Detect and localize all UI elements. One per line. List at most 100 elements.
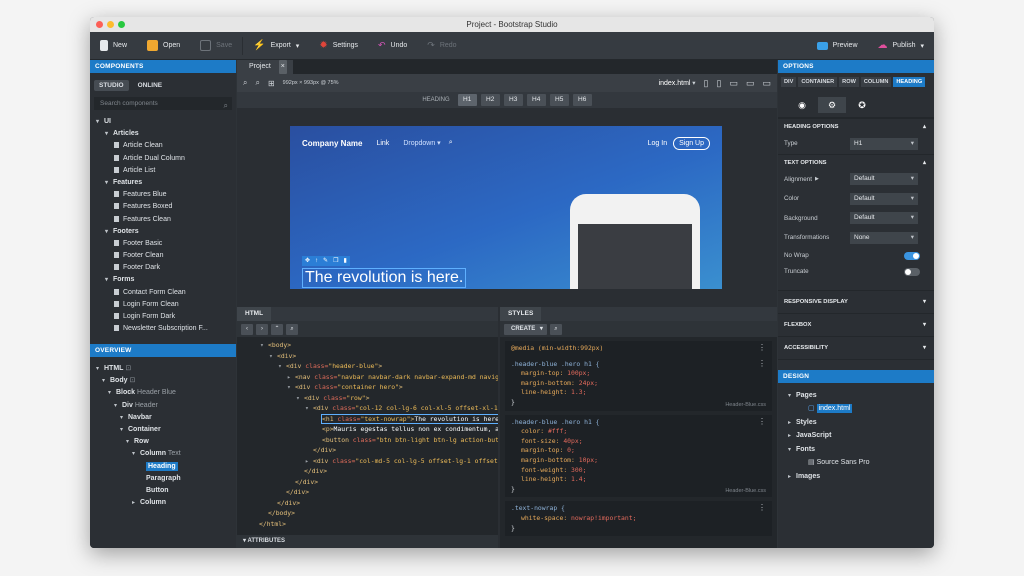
overview-node[interactable]: ▸ Column (90, 497, 236, 509)
breadcrumb-container[interactable]: CONTAINER (798, 77, 838, 87)
overview-node[interactable]: ▾ Block Header Blue (90, 387, 236, 399)
close-tab-icon[interactable]: × (278, 60, 287, 74)
search-icon[interactable]: ⌕ (286, 323, 298, 335)
events-icon[interactable]: ✪ (848, 97, 876, 113)
undo-button[interactable]: ↶ Undo (368, 32, 417, 60)
design-node[interactable]: ▸ Images (788, 470, 934, 484)
desktop-view-icon[interactable]: ▭ (746, 78, 755, 89)
settings-button[interactable]: ✹ Settings (309, 32, 368, 60)
breadcrumb-column[interactable]: COLUMN (860, 77, 892, 87)
tab-styles[interactable]: STYLES (500, 307, 542, 321)
phone-view-icon[interactable]: ▯ (704, 78, 709, 89)
tab-html[interactable]: HTML (237, 307, 272, 321)
heading-h1-button[interactable]: H1 (457, 94, 477, 106)
monitor-view-icon[interactable]: ▭ (762, 78, 771, 89)
design-node[interactable]: ▾ Fonts (788, 443, 934, 457)
component-item[interactable]: Features Boxed (90, 201, 236, 213)
signup-button[interactable]: Sign Up (673, 136, 710, 150)
move-icon[interactable]: ✥ (305, 256, 310, 266)
page-select[interactable]: index.html ▾ (659, 79, 696, 87)
component-item[interactable]: Login Form Dark (90, 311, 236, 323)
code-line[interactable]: </html> (237, 519, 498, 528)
html-code[interactable]: ▾ <body> ▾ <div> ▾ <div class="header-blue"> ▸… (237, 337, 498, 527)
attributes-section[interactable]: ▾ ATTRIBUTES (237, 535, 498, 548)
heading-h5-button[interactable]: H5 (549, 94, 569, 106)
create-button[interactable]: CREATE ▾ (504, 323, 547, 335)
duplicate-icon[interactable]: ❐ (333, 256, 338, 266)
search-icon[interactable]: ⌕ (449, 139, 453, 147)
tree-group[interactable]: ▾ UI (90, 116, 236, 128)
design-node[interactable]: ▾ Pages (788, 389, 934, 403)
tree-group[interactable]: ▾ Forms (90, 274, 236, 286)
close-window-icon[interactable] (96, 21, 103, 28)
code-line[interactable]: </div> (237, 477, 498, 488)
code-line[interactable]: ▾ <div class="col-12 col-lg-6 col-xl-5 of… (237, 403, 498, 414)
truncate-toggle[interactable] (904, 267, 920, 276)
palette-icon[interactable]: ◉ (788, 97, 816, 113)
code-line[interactable]: <button class="btn btn-light btn-lg acti… (237, 435, 498, 446)
code-line[interactable]: </div> (237, 498, 498, 509)
design-canvas[interactable]: Company Name Link Dropdown ▾ ⌕ Log In Si… (290, 126, 722, 289)
component-item[interactable]: Footer Basic (90, 238, 236, 250)
nowrap-toggle[interactable] (904, 251, 920, 260)
zoom-out-icon[interactable]: ⌕ (243, 78, 247, 88)
nav-dropdown[interactable]: Dropdown ▾ (403, 139, 440, 147)
code-line[interactable]: <p>Mauris egestas tellus non ex condimen… (237, 424, 498, 435)
media-query-block[interactable]: @media (min-width:992px) ⋮ (505, 341, 772, 357)
more-icon[interactable]: ⋮ (758, 417, 766, 426)
heading-h3-button[interactable]: H3 (503, 94, 523, 106)
open-button[interactable]: Open (137, 32, 190, 60)
design-node[interactable]: ▤ Source Sans Pro (788, 456, 934, 470)
overview-node[interactable]: ▾ Div Header (90, 400, 236, 412)
export-button[interactable]: ⚡ Export ▾ (243, 32, 309, 60)
more-icon[interactable]: ⋮ (758, 503, 766, 512)
component-item[interactable]: Newsletter Subscription F... (90, 323, 236, 335)
minimize-window-icon[interactable] (107, 21, 114, 28)
code-line[interactable]: </div> (237, 445, 498, 456)
component-item[interactable]: Footer Clean (90, 250, 236, 262)
code-line[interactable]: </body> (237, 508, 498, 519)
delete-icon[interactable]: ▮ (343, 256, 346, 266)
color-select[interactable]: Default (850, 192, 918, 205)
gear-icon[interactable]: ⚙ (818, 97, 846, 113)
overview-node[interactable]: ▾ Body ⊡ (90, 375, 236, 387)
search-icon[interactable]: ⌕ (549, 323, 562, 335)
heading-h4-button[interactable]: H4 (526, 94, 546, 106)
overview-node[interactable]: ▾ Row (90, 436, 236, 448)
component-item[interactable]: Article Clean (90, 140, 236, 152)
new-button[interactable]: New (90, 32, 137, 60)
overview-node[interactable]: Heading (90, 461, 236, 473)
design-node[interactable]: ▸ Styles (788, 416, 934, 430)
component-search-input[interactable]: Search components ⌕ (94, 97, 232, 110)
overview-node[interactable]: ▾ Column Text (90, 448, 236, 460)
type-select[interactable]: H1 (850, 137, 918, 150)
more-icon[interactable]: ⋮ (758, 359, 766, 368)
flexbox-section[interactable]: FLEXBOX ▾ (778, 312, 934, 336)
tablet-view-icon[interactable]: ▯ (717, 78, 722, 89)
heading-options-section[interactable]: HEADING OPTIONS ▴ (778, 118, 934, 134)
component-item[interactable]: Footer Dark (90, 262, 236, 274)
nav-link[interactable]: Link (376, 140, 389, 147)
code-line[interactable]: ▾ <div class="header-blue"> (237, 361, 498, 372)
breadcrumb-div[interactable]: DIV (781, 77, 797, 87)
overview-node[interactable]: ▾ Navbar (90, 412, 236, 424)
css-rule[interactable]: .header-blue .hero h1 {margin-top: 100px… (505, 356, 772, 411)
maximize-window-icon[interactable] (118, 21, 125, 28)
code-line[interactable]: ▾ <div class="container hero"> (237, 382, 498, 393)
tree-group[interactable]: ▾ Features (90, 177, 236, 189)
css-rule[interactable]: .text-nowrap {white-space: nowrap!import… (505, 501, 772, 537)
login-link[interactable]: Log In (648, 140, 667, 147)
code-line[interactable]: </div> (237, 487, 498, 498)
tab-studio[interactable]: STUDIO (94, 80, 129, 91)
code-line[interactable]: ▸ <nav class="navbar navbar-dark navbar-e… (237, 372, 498, 383)
forward-icon[interactable]: › (256, 323, 268, 335)
breadcrumb-heading[interactable]: HEADING (893, 77, 926, 87)
component-item[interactable]: Features Clean (90, 214, 236, 226)
save-button[interactable]: Save (190, 32, 242, 60)
fit-screen-icon[interactable]: ⊞ (268, 79, 275, 88)
transformations-select[interactable]: None (850, 231, 918, 244)
redo-button[interactable]: ↷ Redo (417, 32, 466, 60)
zoom-in-icon[interactable]: ⌕ (255, 78, 259, 88)
component-item[interactable]: Login Form Clean (90, 299, 236, 311)
code-line[interactable]: <h1 class="text-nowrap">The revolution i… (237, 413, 498, 425)
